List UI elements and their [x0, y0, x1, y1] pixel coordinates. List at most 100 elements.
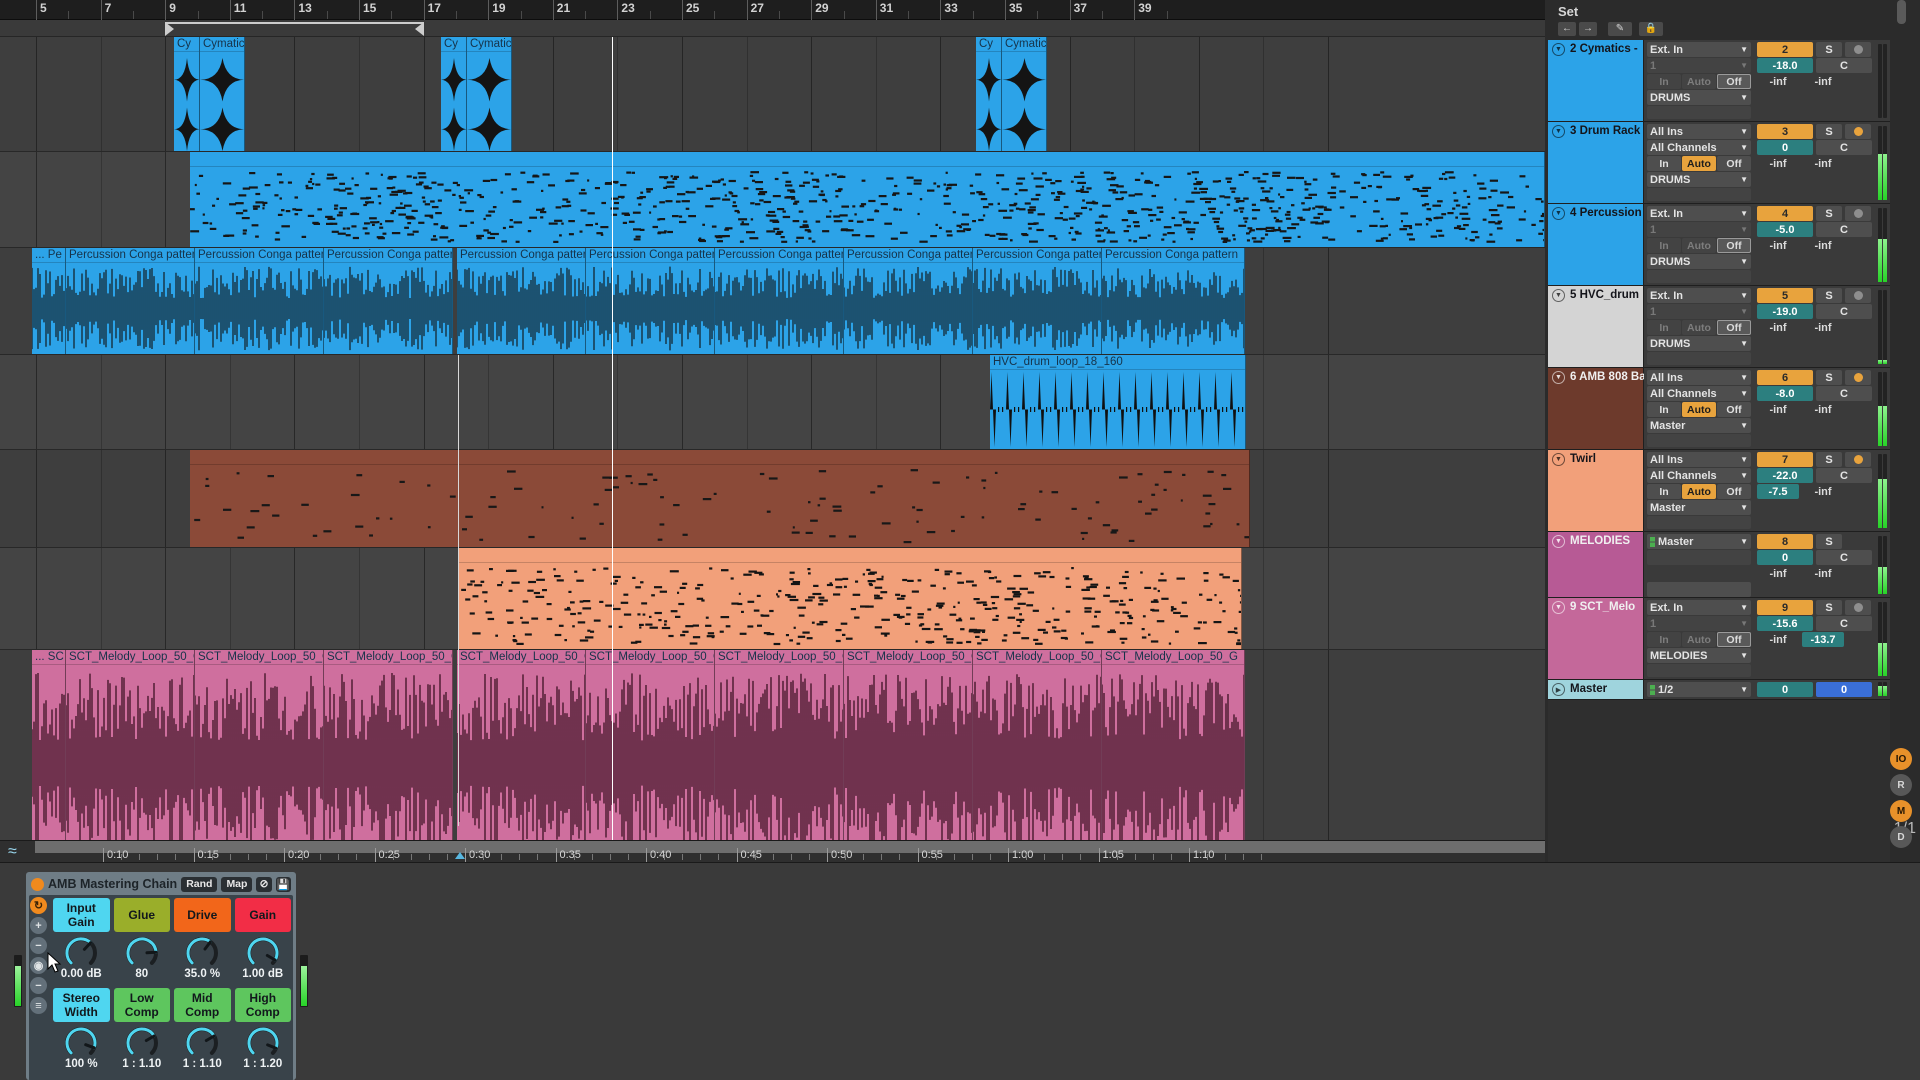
macro-controls-grid[interactable]: Input Gain 0.00 dB Glue 80 Drive 35.0 % Gai…: [53, 898, 291, 1074]
clip[interactable]: Percussion Conga pattern 01: [457, 248, 586, 354]
clip[interactable]: HVC_drum_loop_18_160: [990, 355, 1246, 449]
add-macro-icon[interactable]: +: [30, 917, 47, 934]
loop-brace[interactable]: [165, 22, 424, 36]
power-icon[interactable]: ↻: [30, 897, 47, 914]
solo-button[interactable]: S: [1816, 534, 1842, 549]
master-mix-column[interactable]: 0 0: [1754, 680, 1876, 699]
track-name-cell[interactable]: ▼ MELODIES: [1548, 532, 1644, 597]
clip[interactable]: SCT_Melody_Loop_50_G: [324, 650, 453, 861]
knob-icon[interactable]: [64, 1026, 98, 1060]
rack-body[interactable]: ↻ + − ◉ − ≡ Input Gain 0.00 dB Glue 80 Drive 35…: [29, 895, 293, 1080]
input-channel-dropdown[interactable]: 1 ▼: [1647, 304, 1751, 319]
macro-knob-wrap[interactable]: 1.00 dB: [235, 932, 292, 984]
monitor-off-button[interactable]: Off: [1717, 156, 1751, 171]
input-type-dropdown[interactable]: Ext. In ▼: [1647, 42, 1751, 57]
track-mix-column[interactable]: 8 S 0 C -inf -inf: [1754, 532, 1876, 597]
chevron-down-icon[interactable]: ▼: [1740, 93, 1748, 102]
monitor-off-button[interactable]: Off: [1717, 484, 1751, 499]
track-lane[interactable]: ... PePercussion Conga pattern 01Percuss…: [0, 248, 1545, 355]
input-type-dropdown[interactable]: Ext. In ▼: [1647, 206, 1751, 221]
track-io-column[interactable]: All Ins ▼ All Channels ▼ In Auto Off Master ▼: [1644, 368, 1754, 449]
knob-icon[interactable]: [246, 1026, 280, 1060]
output-routing-dropdown[interactable]: DRUMS ▼: [1647, 254, 1751, 269]
chevron-down-icon[interactable]: ▼: [1740, 389, 1748, 398]
right-edge-buttons[interactable]: IO R M D: [1890, 748, 1916, 852]
delay-toggle-button[interactable]: D: [1890, 826, 1912, 848]
clip[interactable]: ... SC: [32, 650, 66, 861]
track-name-cell[interactable]: ▼ 6 AMB 808 Ba: [1548, 368, 1644, 449]
chevron-down-icon[interactable]: ▼: [1740, 651, 1748, 660]
clip[interactable]: Cymatics: [467, 37, 512, 151]
nav-back-button[interactable]: ←: [1558, 22, 1576, 36]
input-channel-dropdown[interactable]: [1647, 550, 1751, 565]
macro-label[interactable]: Glue: [113, 898, 170, 932]
vertical-scrollbar[interactable]: [1897, 0, 1906, 24]
clip[interactable]: [190, 450, 1250, 547]
chevron-down-icon[interactable]: ▼: [1740, 339, 1748, 348]
chevron-down-icon[interactable]: ▼: [1552, 453, 1565, 466]
mixer-track[interactable]: ▼ 5 HVC_drum Ext. In ▼ 1 ▼ In Auto Off DRUMS ▼ 5 S -1…: [1548, 286, 1890, 368]
macro-knob-wrap[interactable]: 1 : 1.10: [174, 1022, 231, 1074]
clip[interactable]: Percussion Conga pattern: [324, 248, 453, 354]
clip[interactable]: SCT_Melody_Loop_50_G_13: [715, 650, 844, 861]
track-lane[interactable]: Cy Cymatics Cy Cymatics Cy Cymatics: [0, 37, 1545, 152]
macro-label[interactable]: Input Gain: [53, 898, 110, 932]
monitor-auto-button[interactable]: Auto: [1682, 484, 1716, 499]
mixer-track[interactable]: ▼ 9 SCT_Melo Ext. In ▼ 1 ▼ In Auto Off MELODIES ▼ 9…: [1548, 598, 1890, 680]
track-activator-button[interactable]: 7: [1757, 452, 1813, 467]
output-routing-dropdown[interactable]: MELODIES ▼: [1647, 648, 1751, 663]
track-activator-button[interactable]: 2: [1757, 42, 1813, 57]
clip[interactable]: Percussion Conga pattern 01: [715, 248, 844, 354]
track-activator-button[interactable]: 4: [1757, 206, 1813, 221]
volume-value[interactable]: -18.0: [1757, 58, 1813, 73]
knob-icon[interactable]: [64, 936, 98, 970]
master-track-row[interactable]: ▶ Master 1/2 ▼ 0 0: [1548, 680, 1890, 700]
macro-knob-wrap[interactable]: 100 %: [53, 1022, 110, 1074]
track-lane[interactable]: [0, 548, 1545, 650]
pan-value[interactable]: C: [1816, 304, 1872, 319]
chevron-down-icon[interactable]: ▼: [1740, 127, 1748, 136]
track-name-cell[interactable]: ▼ 3 Drum Rack: [1548, 122, 1644, 203]
monitor-in-button[interactable]: In: [1647, 238, 1681, 253]
knob-icon[interactable]: [185, 936, 219, 970]
macro-label[interactable]: Mid Comp: [174, 988, 231, 1022]
track-name-cell[interactable]: ▼ 9 SCT_Melo: [1548, 598, 1644, 679]
send-b-value[interactable]: -inf: [1802, 238, 1844, 253]
pan-value[interactable]: C: [1816, 386, 1872, 401]
send-b-value[interactable]: -13.7: [1802, 632, 1844, 647]
lock-icon[interactable]: 🔒: [1639, 22, 1663, 36]
track-activator-button[interactable]: 6: [1757, 370, 1813, 385]
solo-button[interactable]: S: [1816, 206, 1842, 221]
master-name-cell[interactable]: ▶ Master: [1548, 680, 1644, 699]
input-channel-dropdown[interactable]: All Channels ▼: [1647, 140, 1751, 155]
mixer-toggle-button[interactable]: M: [1890, 800, 1912, 822]
arm-record-button[interactable]: [1845, 124, 1871, 139]
track-lane[interactable]: [0, 152, 1545, 248]
send-a-value[interactable]: -inf: [1757, 320, 1799, 335]
clip[interactable]: [459, 548, 1242, 649]
arm-record-button[interactable]: [1845, 370, 1871, 385]
chevron-down-icon[interactable]: ▼: [1740, 373, 1748, 382]
volume-value[interactable]: -5.0: [1757, 222, 1813, 237]
monitor-auto-button[interactable]: Auto: [1682, 402, 1716, 417]
monitor-auto-button[interactable]: Auto: [1682, 320, 1716, 335]
output-routing-dropdown[interactable]: Master ▼: [1647, 500, 1751, 515]
volume-value[interactable]: -19.0: [1757, 304, 1813, 319]
clip[interactable]: SCT_Melody_Loop_50_G_13: [66, 650, 195, 861]
input-type-dropdown[interactable]: All Ins ▼: [1647, 370, 1751, 385]
macro-control[interactable]: Gain 1.00 dB: [234, 898, 292, 984]
time-ruler[interactable]: ≈ 0:10 0:15 0:20 0:25 0:30 0:35 0:40 0:45 0:50 0:…: [0, 840, 1545, 862]
track-mix-column[interactable]: 3 S 0 C -inf -inf: [1754, 122, 1876, 203]
chevron-down-icon[interactable]: ▼: [1740, 619, 1748, 628]
output-channel-slot[interactable]: [1647, 352, 1751, 365]
macro-knob-wrap[interactable]: 35.0 %: [174, 932, 231, 984]
output-channel-slot[interactable]: [1647, 516, 1751, 529]
track-io-column[interactable]: Ext. In ▼ 1 ▼ In Auto Off MELODIES ▼: [1644, 598, 1754, 679]
list-icon[interactable]: ≡: [30, 997, 47, 1014]
device-power-icon[interactable]: [31, 877, 44, 891]
master-io-column[interactable]: 1/2 ▼: [1644, 680, 1754, 699]
io-toggle-button[interactable]: IO: [1890, 748, 1912, 770]
nav-forward-button[interactable]: →: [1579, 22, 1597, 36]
macro-control[interactable]: Drive 35.0 %: [174, 898, 231, 984]
clip[interactable]: SCT_Melody_Loop_50_G_13: [195, 650, 324, 861]
